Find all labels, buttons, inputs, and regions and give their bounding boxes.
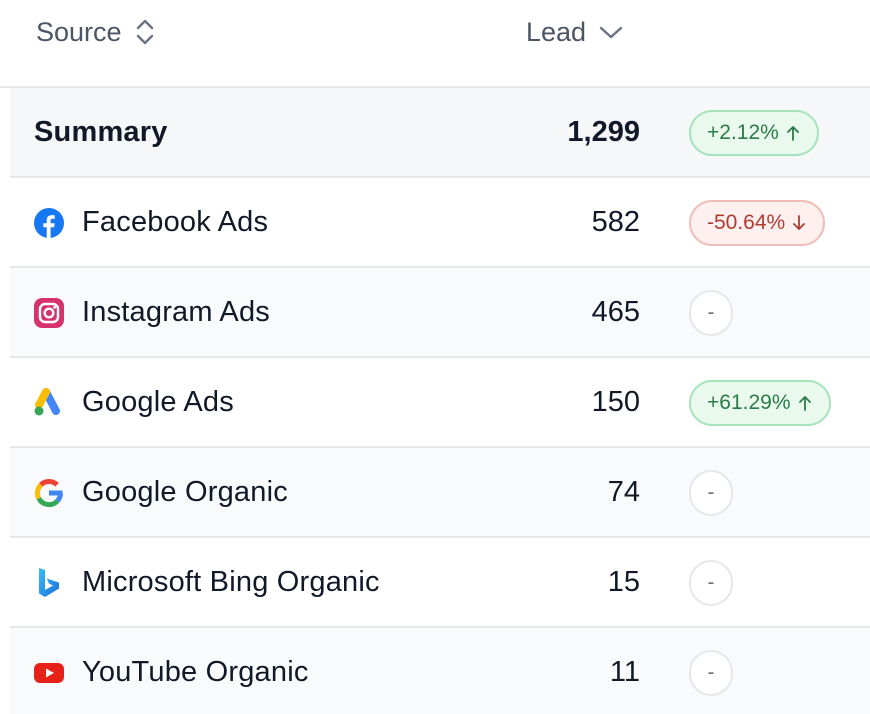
google-ads-icon xyxy=(32,386,66,420)
change-value: -50.64% xyxy=(707,211,786,234)
change-badge: - xyxy=(689,560,733,606)
chevron-down-icon[interactable] xyxy=(598,22,624,42)
table-row: Google Organic 74 - xyxy=(10,448,870,538)
youtube-icon xyxy=(32,656,66,690)
change-badge: - xyxy=(689,470,733,516)
summary-value: 1,299 xyxy=(567,115,640,148)
bing-icon xyxy=(32,566,66,600)
lead-value: 15 xyxy=(607,565,640,598)
change-badge: -50.64% xyxy=(689,200,826,246)
lead-column-header[interactable]: Lead xyxy=(526,14,624,50)
summary-change-badge: +2.12% xyxy=(689,110,819,156)
source-name: YouTube Organic xyxy=(82,655,309,688)
arrow-down-icon xyxy=(793,215,806,230)
change-badge: - xyxy=(689,290,733,336)
lead-value: 465 xyxy=(591,295,640,328)
leads-table: Source Lead Summary 1,299 +2.12% Faceboo… xyxy=(0,0,870,714)
arrow-up-icon xyxy=(786,126,799,141)
change-value: - xyxy=(707,301,715,324)
change-badge: - xyxy=(689,650,733,696)
change-badge: +61.29% xyxy=(689,380,831,426)
facebook-icon xyxy=(32,206,66,240)
change-value: - xyxy=(707,661,715,684)
source-column-header[interactable]: Source xyxy=(36,14,156,50)
google-icon xyxy=(32,476,66,510)
table-row: YouTube Organic 11 - xyxy=(10,628,870,714)
source-name: Microsoft Bing Organic xyxy=(82,565,380,598)
sort-icon[interactable] xyxy=(134,17,156,47)
table-header: Source Lead xyxy=(0,0,870,88)
change-value: +2.12% xyxy=(707,121,779,144)
source-name: Facebook Ads xyxy=(82,205,269,238)
change-value: +61.29% xyxy=(707,391,791,414)
table-row: Facebook Ads 582 -50.64% xyxy=(10,178,870,268)
instagram-icon xyxy=(32,296,66,330)
lead-value: 150 xyxy=(591,385,640,418)
table-row: Microsoft Bing Organic 15 - xyxy=(10,538,870,628)
table-row: Google Ads 150 +61.29% xyxy=(10,358,870,448)
source-name: Instagram Ads xyxy=(82,295,270,328)
source-column-label: Source xyxy=(36,16,122,47)
lead-value: 582 xyxy=(591,205,640,238)
change-value: - xyxy=(707,481,715,504)
source-name: Google Organic xyxy=(82,475,288,508)
arrow-up-icon xyxy=(798,396,811,411)
table-row: Instagram Ads 465 - xyxy=(10,268,870,358)
source-name: Google Ads xyxy=(82,385,234,418)
lead-value: 11 xyxy=(609,655,640,688)
change-value: - xyxy=(707,571,715,594)
lead-column-label: Lead xyxy=(526,16,587,47)
lead-value: 74 xyxy=(607,475,640,508)
summary-label: Summary xyxy=(34,115,168,148)
summary-row: Summary 1,299 +2.12% xyxy=(10,88,870,178)
